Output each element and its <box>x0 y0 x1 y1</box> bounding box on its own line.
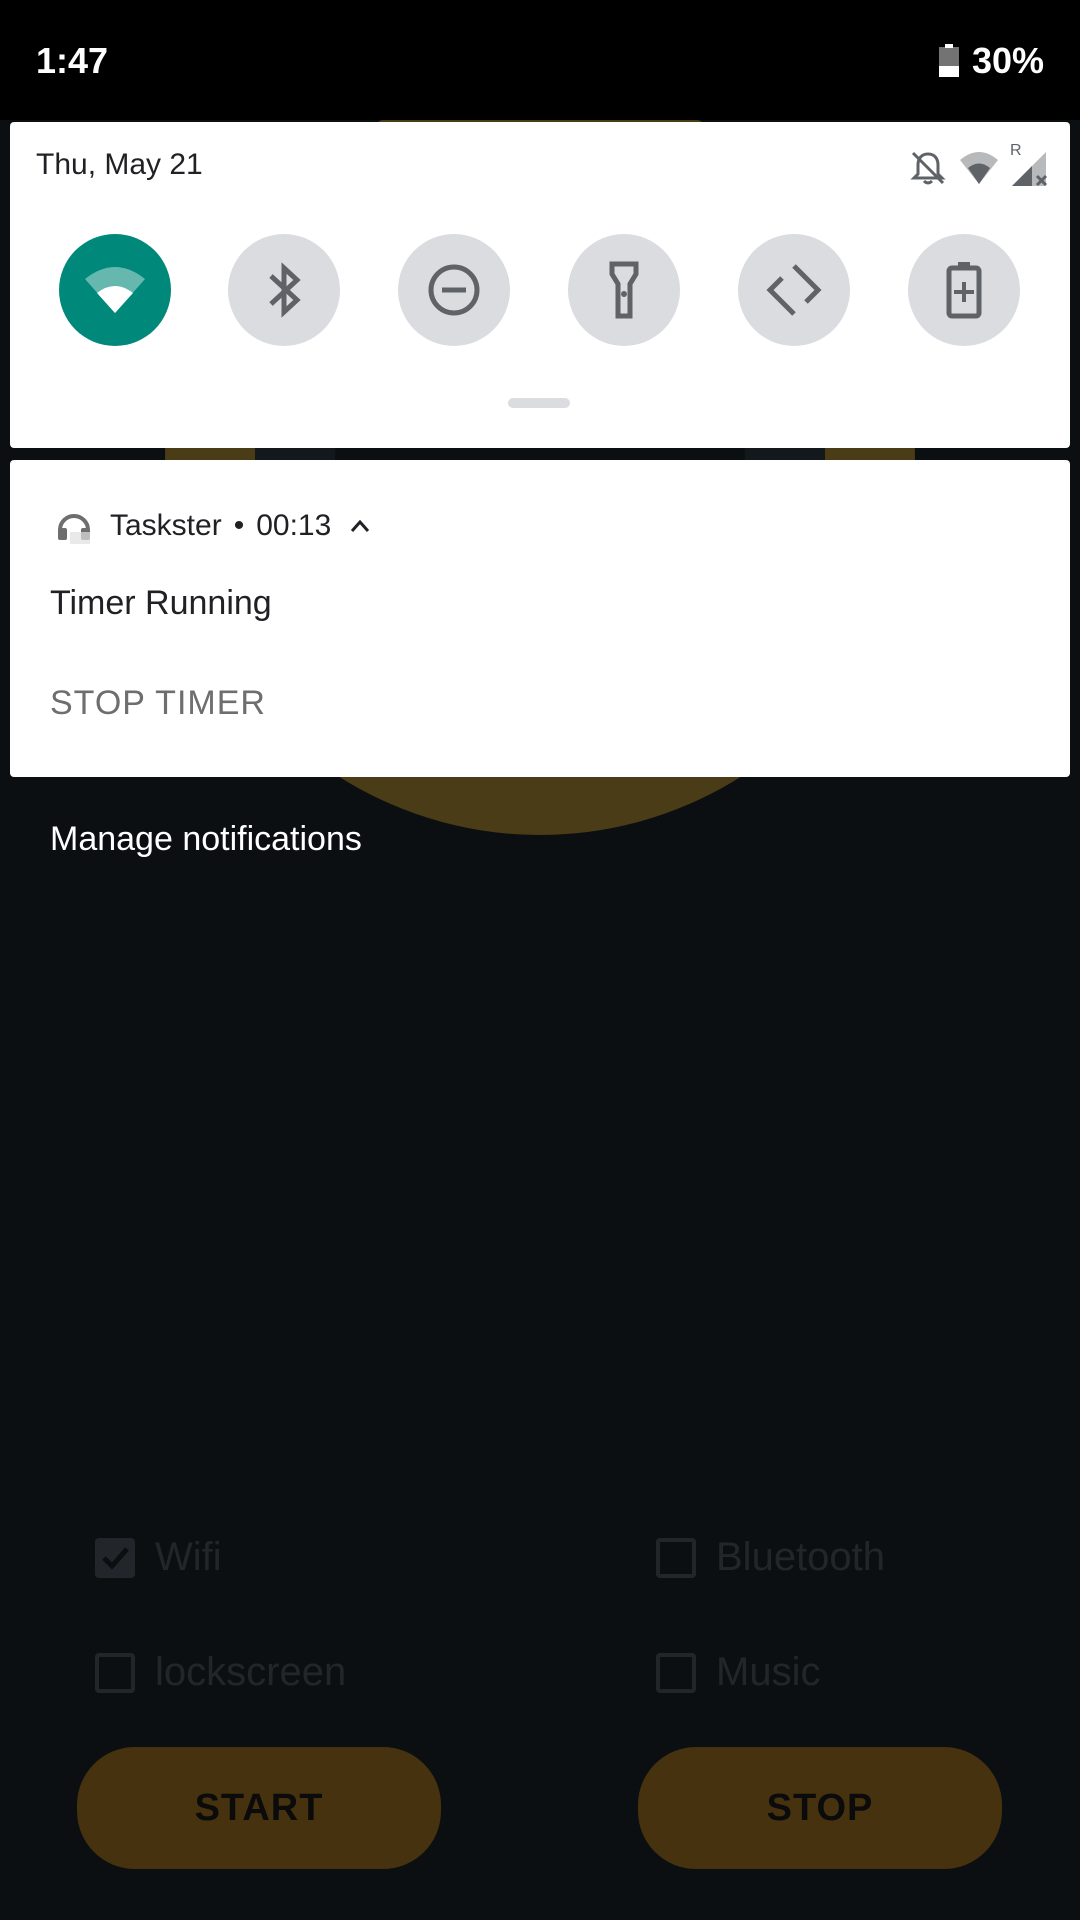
tile-do-not-disturb[interactable] <box>398 234 510 346</box>
qs-drag-handle[interactable] <box>508 398 570 408</box>
battery-saver-icon <box>946 262 982 319</box>
notification-card[interactable]: Taskster • 00:13 Timer Running STOP TIME… <box>10 460 1070 777</box>
notification-title: Timer Running <box>50 584 272 622</box>
music-checkbox[interactable]: Music <box>656 1650 820 1695</box>
auto-rotate-icon <box>766 264 822 316</box>
notification-header: Taskster • 00:13 <box>56 508 371 544</box>
signal-roaming-icon: R <box>1010 142 1050 188</box>
battery-icon <box>938 44 959 77</box>
stop-timer-button[interactable]: STOP TIMER <box>50 684 266 723</box>
checkbox-box <box>656 1537 696 1578</box>
tile-bluetooth[interactable] <box>228 234 340 346</box>
headphones-icon <box>58 514 90 544</box>
checkbox-label: Bluetooth <box>716 1535 886 1579</box>
status-time: 1:47 <box>36 40 109 81</box>
wifi-status-icon <box>960 152 998 184</box>
checkbox-label: Music <box>716 1650 821 1694</box>
tile-battery-saver[interactable] <box>908 234 1020 346</box>
tile-flashlight[interactable] <box>568 234 680 346</box>
battery-status: 30% <box>938 40 1044 82</box>
notification-app-name: Taskster <box>110 509 222 542</box>
bluetooth-checkbox[interactable]: Bluetooth <box>656 1535 885 1580</box>
notification-separator: • <box>233 509 245 542</box>
manage-notifications-link[interactable]: Manage notifications <box>50 820 362 859</box>
qs-date: Thu, May 21 <box>36 148 203 181</box>
wifi-icon <box>85 267 145 313</box>
checkbox-label: Wifi <box>155 1535 222 1579</box>
tile-wifi[interactable] <box>59 234 171 346</box>
do-not-disturb-icon <box>428 264 480 316</box>
stop-button[interactable]: STOP <box>638 1747 1002 1869</box>
notification-elapsed: 00:13 <box>256 509 332 542</box>
wifi-checkbox[interactable]: Wifi <box>95 1535 222 1580</box>
checkbox-box <box>95 1652 135 1693</box>
check-icon <box>102 1546 129 1570</box>
lockscreen-checkbox[interactable]: lockscreen <box>95 1650 346 1695</box>
tile-auto-rotate[interactable] <box>738 234 850 346</box>
checkbox-label: lockscreen <box>155 1650 347 1694</box>
checkbox-box <box>656 1652 696 1693</box>
qs-status-icons: R <box>908 142 1050 188</box>
battery-percent: 30% <box>971 40 1044 81</box>
status-bar: 1:47 30% <box>0 0 1080 120</box>
chevron-up-icon[interactable] <box>349 518 371 534</box>
flashlight-icon <box>609 261 639 319</box>
quick-settings-panel: Thu, May 21 R <box>10 122 1070 448</box>
checkbox-box <box>95 1537 135 1578</box>
bluetooth-icon <box>269 262 301 318</box>
start-button[interactable]: START <box>77 1747 441 1869</box>
bell-off-icon <box>910 151 946 185</box>
